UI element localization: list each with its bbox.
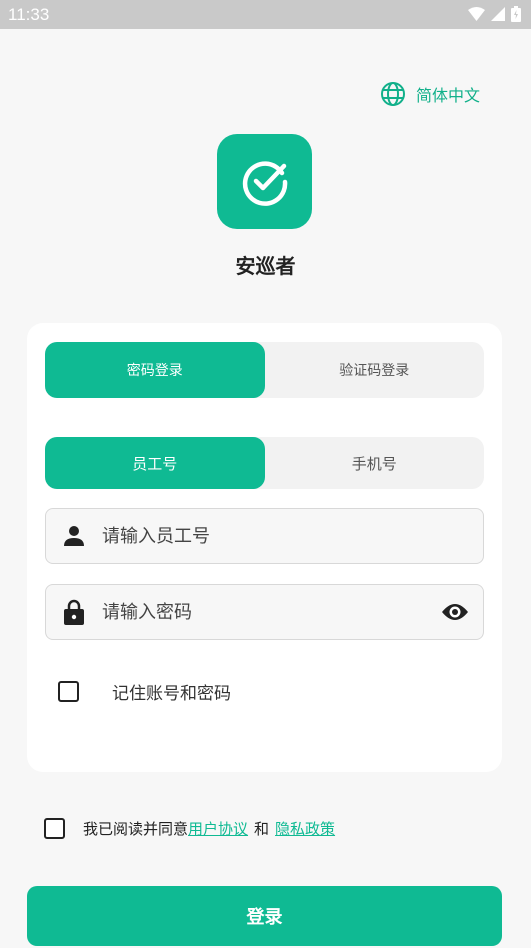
agreement-checkbox[interactable] bbox=[44, 818, 65, 839]
agreement-prefix: 我已阅读并同意 bbox=[83, 820, 189, 838]
privacy-policy-link[interactable]: 隐私政策 bbox=[275, 820, 335, 838]
password-input[interactable] bbox=[102, 601, 427, 623]
account-type-switch: 员工号 手机号 bbox=[45, 437, 484, 489]
language-switcher[interactable]: 简体中文 bbox=[380, 81, 480, 107]
agreement-row: 我已阅读并同意用户协议和隐私政策 bbox=[44, 818, 335, 839]
app-logo bbox=[217, 134, 312, 229]
password-field[interactable] bbox=[45, 584, 484, 640]
tab-password-login[interactable]: 密码登录 bbox=[45, 342, 265, 398]
check-circle-icon bbox=[242, 160, 287, 206]
login-card: 密码登录 验证码登录 员工号 手机号 记住账号和密码 bbox=[27, 323, 502, 772]
globe-icon bbox=[381, 82, 405, 106]
signal-icon bbox=[491, 7, 505, 21]
lock-icon bbox=[46, 599, 102, 625]
status-bar: 11:33 bbox=[0, 0, 531, 29]
person-icon bbox=[46, 525, 102, 547]
status-icons bbox=[468, 6, 521, 22]
tab-code-login[interactable]: 验证码登录 bbox=[265, 342, 485, 398]
status-time: 11:33 bbox=[8, 5, 50, 24]
battery-icon bbox=[511, 6, 521, 22]
tab-employee-id[interactable]: 员工号 bbox=[45, 437, 265, 489]
employee-id-field[interactable] bbox=[45, 508, 484, 564]
employee-id-input[interactable] bbox=[102, 525, 483, 547]
language-label: 简体中文 bbox=[416, 86, 481, 105]
tab-phone[interactable]: 手机号 bbox=[265, 437, 485, 489]
remember-label: 记住账号和密码 bbox=[112, 684, 231, 704]
remember-option[interactable]: 记住账号和密码 bbox=[58, 679, 231, 704]
login-mode-switch: 密码登录 验证码登录 bbox=[45, 342, 484, 398]
remember-checkbox[interactable] bbox=[58, 681, 79, 702]
agreement-connector: 和 bbox=[254, 820, 270, 838]
user-agreement-link[interactable]: 用户协议 bbox=[188, 820, 248, 838]
agreement-text: 我已阅读并同意用户协议和隐私政策 bbox=[83, 818, 335, 839]
wifi-icon bbox=[468, 7, 485, 21]
app-name: 安巡者 bbox=[235, 254, 296, 278]
login-button[interactable]: 登录 bbox=[27, 886, 502, 946]
eye-icon[interactable] bbox=[427, 602, 483, 622]
